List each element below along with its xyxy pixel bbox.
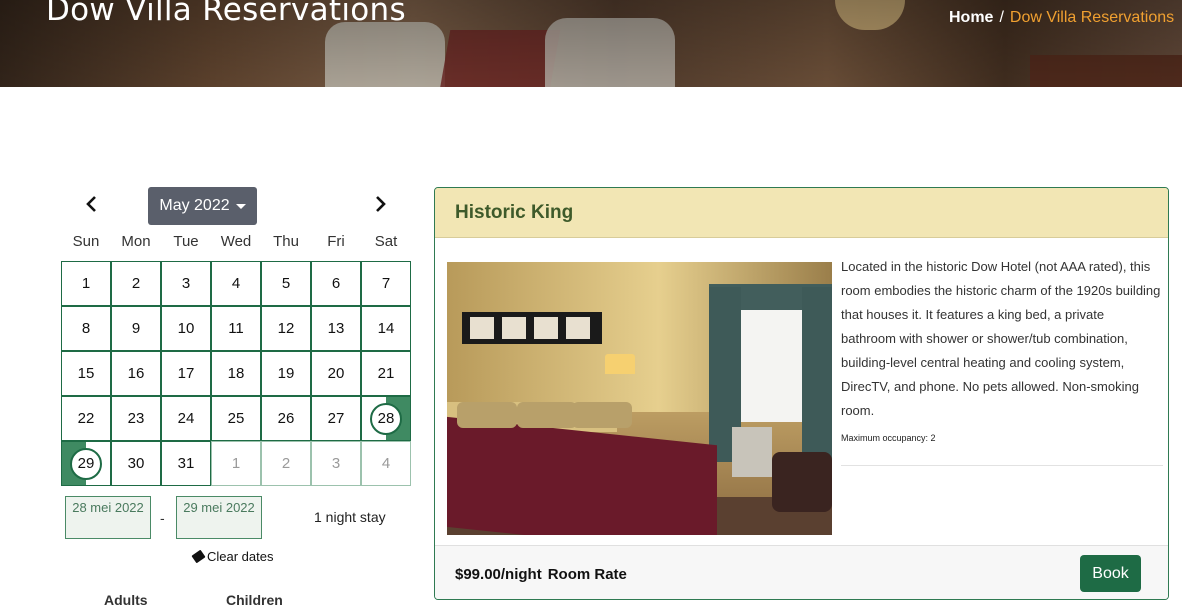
calendar-day[interactable]: 8 [61,306,111,351]
calendar-day[interactable]: 15 [61,351,111,396]
divider [841,465,1163,466]
room-card-footer: $99.00/night Room Rate Book [435,545,1168,599]
weekday-label: Sat [374,233,398,250]
prev-month-button[interactable] [80,194,102,218]
price-value: $99.00/night [455,566,542,583]
calendar-day-next-month[interactable]: 4 [361,441,411,486]
date-range-separator: - [160,510,165,526]
max-occupancy: Maximum occupancy: 2 [841,433,936,443]
breadcrumb: Home / Dow Villa Reservations [949,9,1174,27]
calendar-week: 29 30 31 1 2 3 4 [61,441,411,486]
weekday-label: Mon [121,233,151,250]
calendar-day[interactable]: 18 [211,351,261,396]
calendar-day[interactable]: 22 [61,396,111,441]
calendar-day[interactable]: 14 [361,306,411,351]
calendar-day[interactable]: 5 [261,261,311,306]
month-label: May 2022 [159,197,230,214]
weekday-label: Fri [327,233,345,250]
calendar-week: 15 16 17 18 19 20 21 [61,351,411,396]
breadcrumb-home-link[interactable]: Home [949,9,993,26]
next-month-button[interactable] [370,194,392,218]
calendar-day[interactable]: 30 [111,441,161,486]
month-select-button[interactable]: May 2022 [148,187,257,225]
calendar-day-check-in[interactable]: 28 [361,396,411,441]
breadcrumb-current: Dow Villa Reservations [1009,9,1175,26]
calendar-week: 8 9 10 11 12 13 14 [61,306,411,351]
calendar-day[interactable]: 12 [261,306,311,351]
caret-down-icon [235,203,246,209]
calendar-day-next-month[interactable]: 2 [261,441,311,486]
calendar-day[interactable]: 16 [111,351,161,396]
calendar-day[interactable]: 13 [311,306,361,351]
calendar-day[interactable]: 21 [361,351,411,396]
weekday-label: Wed [220,233,252,250]
weekday-label: Sun [72,233,100,250]
calendar-week: 22 23 24 25 26 27 28 [61,396,411,441]
book-button[interactable]: Book [1080,555,1141,592]
calendar-day[interactable]: 23 [111,396,161,441]
weekday-label: Thu [273,233,299,250]
calendar-day[interactable]: 2 [111,261,161,306]
room-description: Located in the historic Dow Hotel (not A… [841,259,1161,418]
room-photo [447,262,832,535]
room-card-header: Historic King [435,188,1168,238]
children-label: Children [226,592,283,608]
calendar-day[interactable]: 20 [311,351,361,396]
calendar-day[interactable]: 19 [261,351,311,396]
rate-label: Room Rate [547,566,627,583]
calendar-day[interactable]: 9 [111,306,161,351]
selected-day-marker: 29 [70,447,102,480]
calendar-day[interactable]: 26 [261,396,311,441]
calendar-day-next-month[interactable]: 3 [311,441,361,486]
calendar-day[interactable]: 4 [211,261,261,306]
calendar-day[interactable]: 11 [211,306,261,351]
calendar-day[interactable]: 24 [161,396,211,441]
night-stay-count: 1 night stay [314,509,386,525]
calendar-day-next-month[interactable]: 1 [211,441,261,486]
chevron-left-icon [86,196,96,212]
calendar-day[interactable]: 7 [361,261,411,306]
check-in-date-field[interactable]: 28 mei 2022 [65,496,151,539]
room-price: $99.00/night Room Rate [455,566,627,583]
clear-dates-label: Clear dates [207,549,274,564]
weekday-header: Sun Mon Tue Wed Thu Fri Sat [61,233,411,250]
weekday-label: Tue [173,233,199,250]
room-card: Historic King Located in the historic Do… [434,187,1169,600]
calendar-day[interactable]: 25 [211,396,261,441]
calendar-day-check-out[interactable]: 29 [61,441,111,486]
calendar-grid: 1 2 3 4 5 6 7 8 9 10 11 12 13 14 15 16 1… [61,261,411,486]
header-banner: Dow Villa Reservations Home / Dow Villa Re… [0,0,1182,87]
calendar-day[interactable]: 6 [311,261,361,306]
breadcrumb-separator: / [999,9,1004,26]
calendar-week: 1 2 3 4 5 6 7 [61,261,411,306]
clear-dates-button[interactable]: Clear dates [191,549,274,564]
room-title: Historic King [455,202,574,223]
page-title: Dow Villa Reservations [46,0,406,28]
calendar-day[interactable]: 27 [311,396,361,441]
chevron-right-icon [376,196,386,212]
calendar-day[interactable]: 3 [161,261,211,306]
calendar-day[interactable]: 17 [161,351,211,396]
calendar-day[interactable]: 10 [161,306,211,351]
adults-label: Adults [104,592,148,608]
check-out-date-field[interactable]: 29 mei 2022 [176,496,262,539]
calendar-day[interactable]: 1 [61,261,111,306]
selected-day-marker: 28 [370,402,402,435]
calendar-day[interactable]: 31 [161,441,211,486]
eraser-icon [191,549,206,564]
